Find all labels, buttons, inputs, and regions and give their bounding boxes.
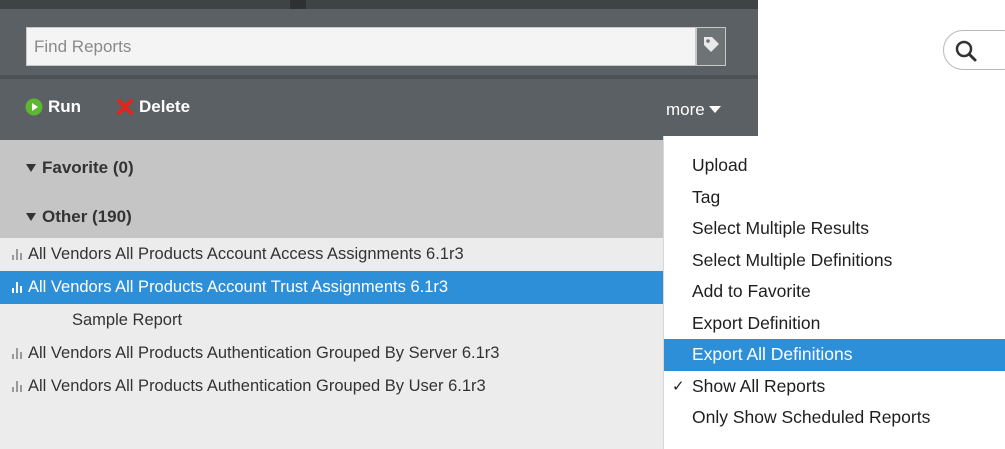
bar-chart-icon	[12, 348, 22, 359]
group-header-favorite[interactable]: Favorite (0)	[0, 140, 758, 189]
run-button[interactable]: Run	[25, 97, 81, 117]
more-dropdown-menu: Upload Tag Select Multiple Results Selec…	[663, 136, 1005, 449]
delete-label: Delete	[139, 97, 191, 116]
group-label: Other (190)	[42, 207, 132, 226]
bar-chart-icon	[12, 249, 22, 260]
menu-item-label: Show All Reports	[692, 375, 826, 396]
report-label: All Vendors All Products Account Trust A…	[28, 278, 449, 296]
menu-item-export-all-definitions[interactable]: Export All Definitions	[664, 339, 1005, 371]
group-header-other[interactable]: Other (190)	[0, 189, 758, 238]
toolbar-divider	[0, 75, 758, 79]
expand-triangle-icon	[26, 158, 36, 178]
report-label: All Vendors All Products Account Access …	[28, 245, 464, 263]
delete-button[interactable]: Delete	[116, 97, 190, 117]
expand-triangle-icon	[26, 207, 36, 227]
bar-chart-icon	[12, 381, 22, 392]
checkmark-icon: ✓	[672, 377, 685, 395]
menu-item-add-to-favorite[interactable]: Add to Favorite	[664, 276, 1005, 308]
report-row[interactable]: All Vendors All Products Authentication …	[0, 337, 758, 370]
menu-item-label: Select Multiple Definitions	[692, 249, 893, 270]
report-row-selected[interactable]: All Vendors All Products Account Trust A…	[0, 271, 758, 304]
menu-item-label: Only Show Scheduled Reports	[692, 407, 931, 427]
play-icon	[25, 98, 43, 116]
more-menu-button[interactable]: more	[666, 100, 721, 120]
menu-item-tag[interactable]: Tag	[664, 182, 1005, 214]
top-tab-strip	[0, 0, 758, 9]
menu-item-label: Select Multiple Results	[692, 218, 870, 238]
menu-item-export-definition[interactable]: Export Definition	[664, 308, 1005, 340]
tab-separator	[290, 0, 306, 9]
caret-down-icon	[708, 106, 721, 114]
find-reports-input[interactable]	[27, 28, 687, 65]
menu-item-label: Upload	[692, 155, 748, 175]
global-search-button[interactable]	[943, 30, 1005, 70]
find-reports-box	[26, 27, 696, 66]
report-list: Favorite (0) Other (190) All Vendors All…	[0, 140, 758, 449]
tag-icon	[701, 34, 721, 59]
menu-item-upload[interactable]: Upload	[664, 150, 1005, 182]
report-label: All Vendors All Products Authentication …	[28, 344, 500, 362]
menu-item-label: Tag	[692, 186, 721, 207]
bar-chart-icon	[12, 282, 22, 293]
report-label: Sample Report	[72, 311, 183, 329]
menu-item-select-multiple-results[interactable]: Select Multiple Results	[664, 213, 1005, 245]
search-bar-area	[0, 9, 758, 75]
search-icon	[954, 39, 978, 68]
delete-x-icon	[116, 98, 134, 116]
menu-item-label: Export Definition	[692, 312, 821, 333]
menu-item-only-show-scheduled-reports[interactable]: Only Show Scheduled Reports	[664, 402, 1005, 434]
report-row-partial[interactable]	[0, 403, 758, 449]
menu-item-select-multiple-definitions[interactable]: Select Multiple Definitions	[664, 245, 1005, 277]
run-label: Run	[48, 97, 82, 116]
tag-filter-button[interactable]	[696, 27, 726, 66]
menu-item-label: Add to Favorite	[692, 281, 811, 301]
report-row[interactable]: All Vendors All Products Account Access …	[0, 238, 758, 271]
more-label: more	[666, 100, 705, 119]
report-label: All Vendors All Products Authentication …	[28, 377, 486, 395]
report-sub-row[interactable]: Sample Report	[0, 304, 758, 337]
group-label: Favorite (0)	[42, 158, 134, 177]
report-row[interactable]: All Vendors All Products Authentication …	[0, 370, 758, 403]
report-toolbar: Run Delete more	[0, 75, 758, 140]
menu-item-show-all-reports[interactable]: ✓ Show All Reports	[664, 371, 1005, 403]
menu-item-label: Export All Definitions	[692, 344, 853, 364]
